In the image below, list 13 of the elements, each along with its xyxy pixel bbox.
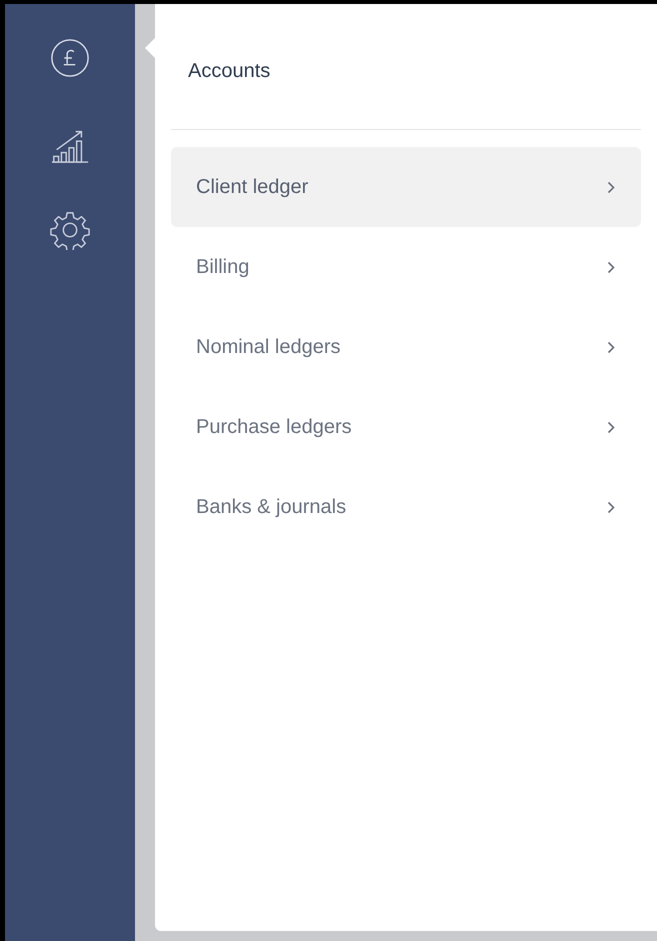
chevron-right-icon [607,500,615,514]
menu-item[interactable]: Banks & journals [171,467,641,547]
chevron-right-icon [607,180,615,194]
menu-item[interactable]: Purchase ledgers [171,387,641,467]
menu-title: Accounts [187,59,272,84]
menu-item[interactable]: Nominal ledgers [171,307,641,387]
chevron-right-icon [607,340,615,354]
menu-item[interactable]: Client ledger [171,147,641,227]
chevron-right-icon [607,420,615,434]
chevron-right-icon [607,260,615,274]
menu-item[interactable]: Billing [171,227,641,307]
pound-icon[interactable] [50,38,90,78]
gear-icon[interactable] [50,210,90,250]
